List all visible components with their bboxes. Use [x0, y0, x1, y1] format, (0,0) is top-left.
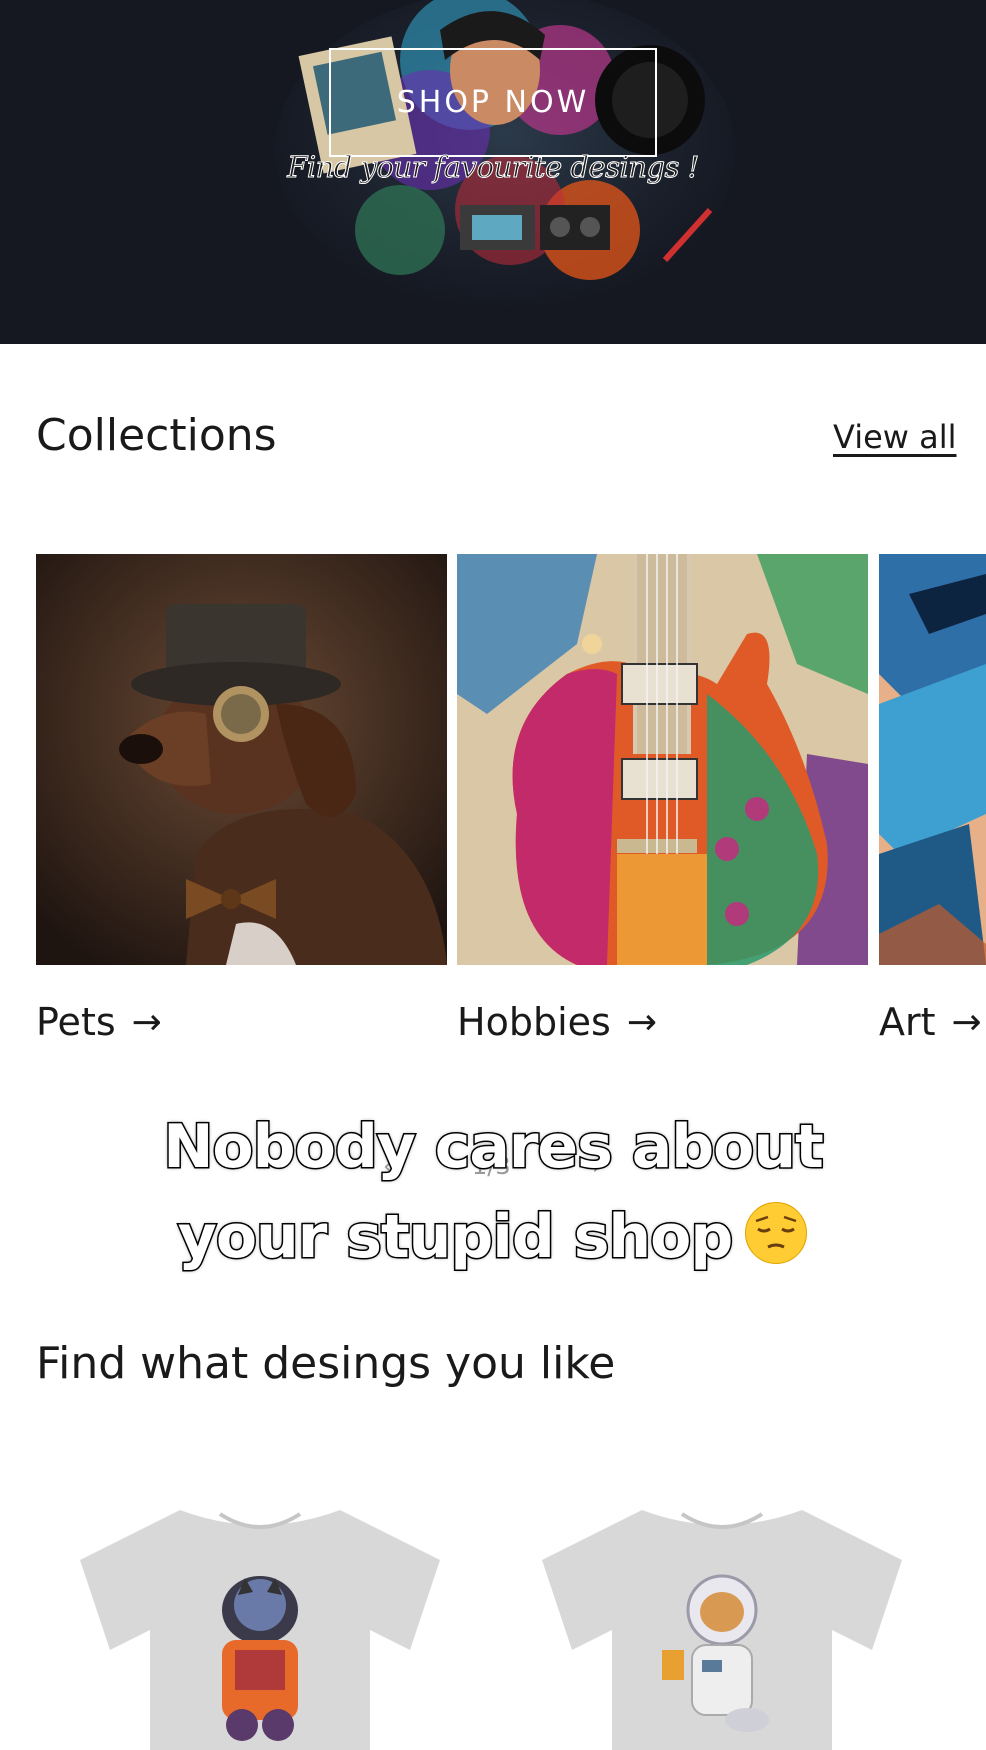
collection-image-hobbies[interactable] — [457, 554, 868, 965]
collection-label-art: Art — [879, 1000, 936, 1044]
designs-title: Find what desings you like — [36, 1338, 616, 1389]
arrow-right-icon: → — [626, 1001, 657, 1043]
overlay-line-2-wrap: your stupid shop — [0, 1192, 986, 1282]
hero-banner: SHOP NOW Find your favourite desings ! — [0, 0, 986, 344]
arrow-right-icon: → — [951, 1001, 982, 1043]
arrow-right-icon: → — [131, 1001, 162, 1043]
tshirt-image — [542, 1510, 902, 1750]
shop-now-button[interactable]: SHOP NOW — [329, 48, 657, 157]
collection-link-art[interactable]: Art → — [879, 1000, 982, 1044]
overlay-line-2: your stupid shop — [176, 1201, 735, 1274]
collection-image-art[interactable] — [879, 554, 986, 965]
tshirt-image — [80, 1510, 440, 1750]
overlay-line-1: Nobody cares about — [162, 1111, 826, 1184]
overlay-caption: Nobody cares about your stupid shop — [0, 1102, 986, 1282]
pensive-face-icon — [745, 1202, 808, 1264]
collection-link-hobbies[interactable]: Hobbies → — [457, 1000, 657, 1044]
hero-tagline: Find your favourite desings ! — [287, 150, 700, 185]
collection-link-pets[interactable]: Pets → — [36, 1000, 162, 1044]
collection-image-pets[interactable] — [36, 554, 447, 965]
product-card-astronaut-cat-1[interactable] — [70, 1500, 450, 1750]
product-card-astronaut-cat-2[interactable] — [532, 1500, 912, 1750]
collections-title: Collections — [36, 410, 277, 461]
collection-label-pets: Pets — [36, 1000, 116, 1044]
collection-label-hobbies: Hobbies — [457, 1000, 611, 1044]
view-all-link[interactable]: View all — [833, 418, 957, 456]
